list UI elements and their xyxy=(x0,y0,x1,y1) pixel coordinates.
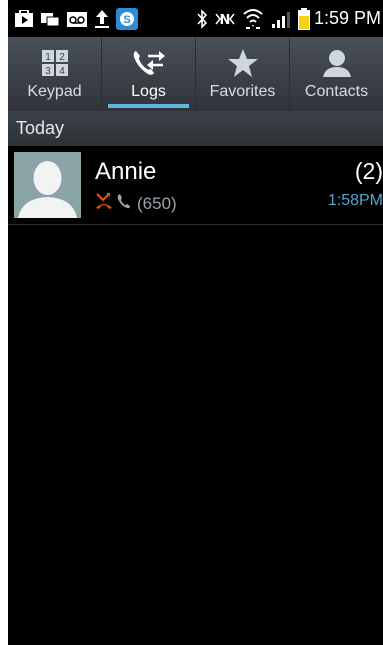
nfc-icon: N xyxy=(214,10,236,28)
missed-call-icon xyxy=(95,192,113,215)
phone-screen: S N 1:59 PM 1 2 3 4 Keypad Logs Favorite… xyxy=(8,0,383,645)
signal-icon xyxy=(270,9,292,29)
keypad-icon: 1 2 3 4 xyxy=(41,47,69,79)
tab-keypad[interactable]: 1 2 3 4 Keypad xyxy=(8,37,102,111)
svg-text:2: 2 xyxy=(59,52,65,63)
messages-icon xyxy=(40,10,60,28)
tab-logs-label: Logs xyxy=(131,83,166,100)
tab-bar: 1 2 3 4 Keypad Logs Favorites Contacts xyxy=(8,37,383,111)
call-time: 1:58PM xyxy=(327,192,383,209)
svg-text:S: S xyxy=(123,14,130,26)
active-tab-indicator xyxy=(108,104,189,108)
play-store-icon xyxy=(14,9,34,28)
upload-icon xyxy=(94,9,110,29)
battery-icon xyxy=(297,7,310,30)
avatar[interactable] xyxy=(14,152,81,218)
call-details: (650) xyxy=(95,192,177,215)
tab-favorites[interactable]: Favorites xyxy=(196,37,290,111)
logs-icon xyxy=(132,47,166,79)
phone-number: (650) xyxy=(137,193,177,213)
tab-contacts-label: Contacts xyxy=(304,83,369,100)
svg-text:3: 3 xyxy=(45,66,51,77)
voicemail-icon xyxy=(66,10,88,28)
status-time: 1:59 PM xyxy=(313,8,381,28)
tab-favorites-label: Favorites xyxy=(209,83,276,100)
svg-text:1: 1 xyxy=(45,52,51,63)
wifi-icon xyxy=(242,8,264,30)
call-count: (2) xyxy=(354,158,383,184)
section-label: Today xyxy=(16,118,65,138)
call-log-item[interactable]: Annie (650) (2) 1:58PM xyxy=(8,146,383,225)
status-bar: S N 1:59 PM xyxy=(8,0,383,37)
skype-icon: S xyxy=(116,7,138,30)
star-icon xyxy=(227,47,259,79)
tab-keypad-label: Keypad xyxy=(27,83,82,100)
phone-icon xyxy=(117,193,131,214)
tab-contacts[interactable]: Contacts xyxy=(290,37,383,111)
svg-text:N: N xyxy=(220,13,231,28)
section-header-today: Today xyxy=(8,111,383,146)
svg-text:4: 4 xyxy=(59,66,65,77)
bluetooth-icon xyxy=(196,8,208,29)
contact-name: Annie xyxy=(95,158,157,185)
person-icon xyxy=(321,47,353,79)
tab-logs[interactable]: Logs xyxy=(102,37,196,111)
